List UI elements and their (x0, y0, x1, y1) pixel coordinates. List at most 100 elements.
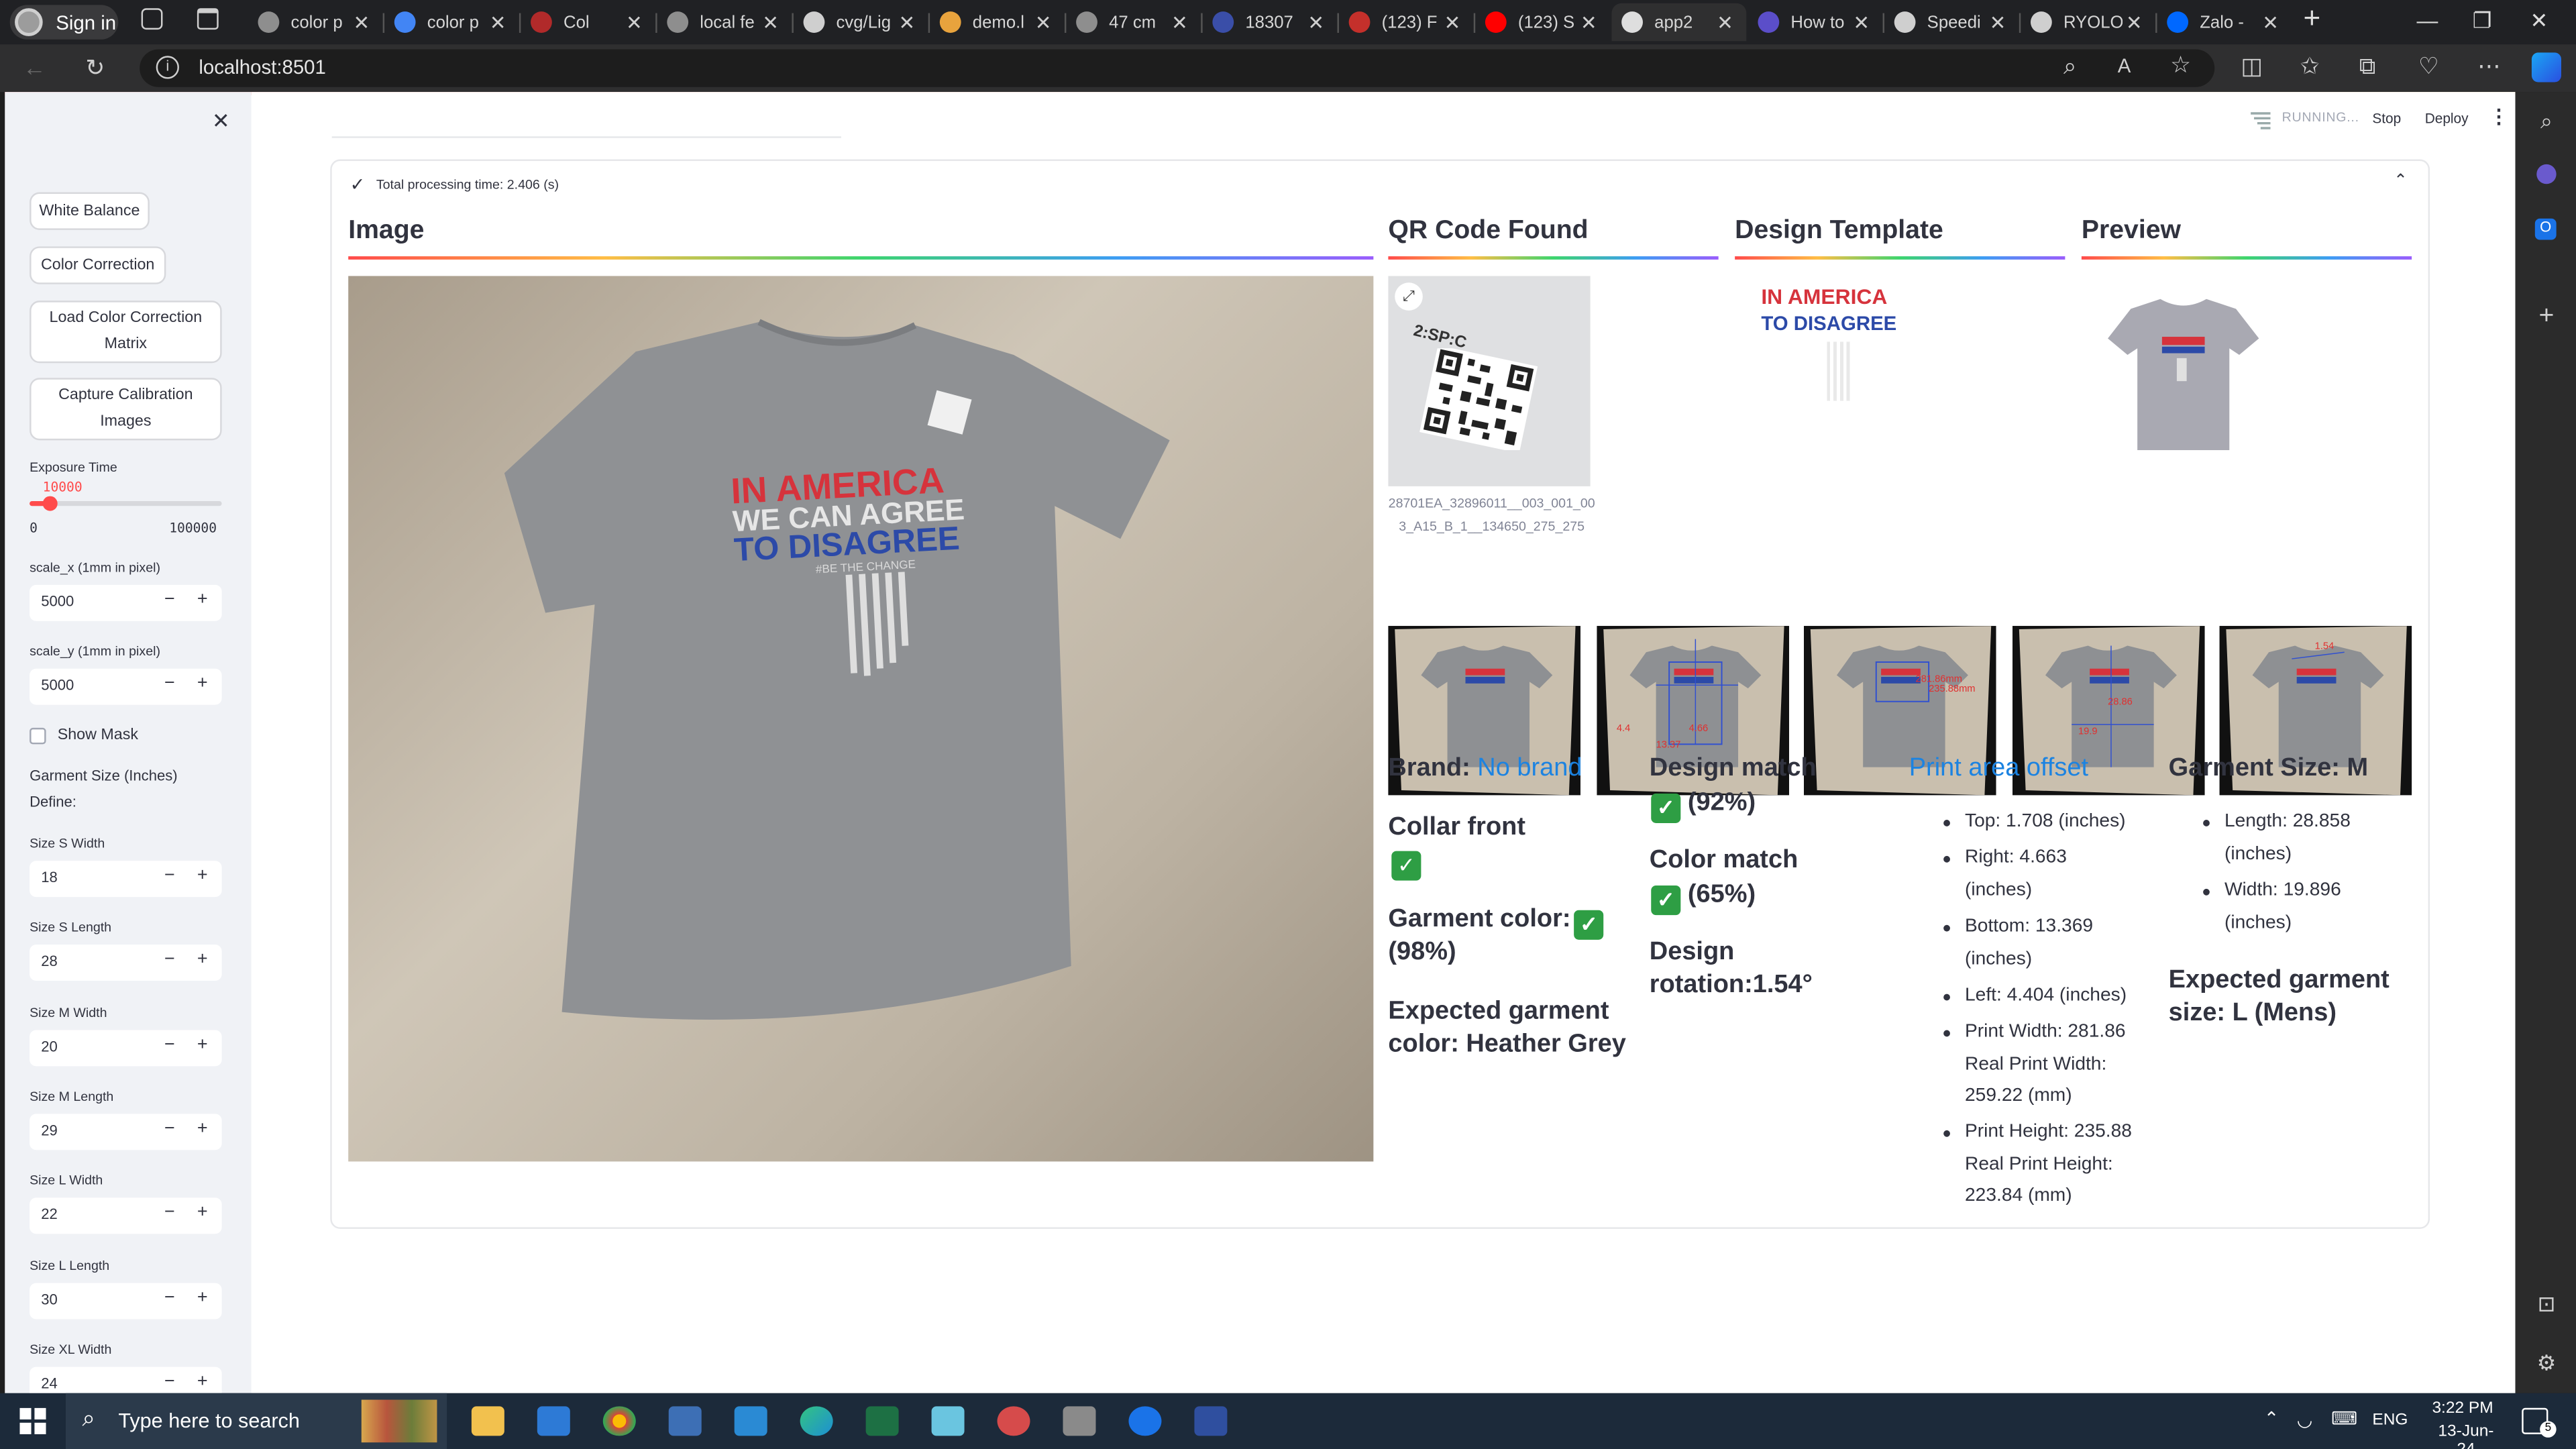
clock-time[interactable]: 3:22 PM (2430, 1400, 2496, 1418)
close-tab-icon[interactable]: ✕ (1713, 11, 1736, 34)
color-correction-button[interactable]: Color Correction (30, 246, 166, 284)
file-explorer-icon[interactable] (471, 1406, 504, 1436)
size-decrement-button[interactable]: − (164, 1287, 175, 1307)
windows-start-icon[interactable] (19, 1407, 46, 1434)
close-tab-icon[interactable]: ✕ (759, 11, 782, 34)
browser-tab[interactable]: Col ✕ (521, 3, 655, 41)
size-input[interactable]: 18 − + (30, 861, 222, 898)
collections-icon[interactable]: ⧉ (2359, 52, 2375, 80)
size-increment-button[interactable]: + (197, 950, 208, 969)
calculator-icon[interactable] (1063, 1406, 1096, 1436)
keyboard-icon[interactable]: ⌨ (2331, 1408, 2357, 1429)
browser-tab[interactable]: Zalo - ✕ (2157, 3, 2292, 41)
misc-app-icon[interactable] (1194, 1406, 1228, 1436)
browser-tab[interactable]: 47 cm ✕ (1066, 3, 1201, 41)
search-icon[interactable]: ⌕ (2533, 109, 2559, 135)
close-tab-icon[interactable]: ✕ (2123, 11, 2145, 34)
network-icon[interactable]: ◡ (2297, 1409, 2313, 1431)
white-balance-button[interactable]: White Balance (30, 192, 150, 230)
close-tab-icon[interactable]: ✕ (1305, 11, 1328, 34)
close-tab-icon[interactable]: ✕ (350, 11, 373, 34)
scale-y-increment-button[interactable]: + (197, 674, 208, 693)
excel-icon[interactable] (865, 1406, 899, 1436)
add-app-icon[interactable]: + (2533, 303, 2559, 331)
main-menu-icon[interactable]: ⋮ (2489, 105, 2508, 128)
browser-tab[interactable]: RYOLO ✕ (2021, 3, 2155, 41)
edge-taskbar-icon[interactable] (800, 1406, 833, 1436)
close-tab-icon[interactable]: ✕ (1986, 11, 2009, 34)
size-decrement-button[interactable]: − (164, 1119, 175, 1138)
browser-tab[interactable]: (123) S ✕ (1475, 3, 1610, 41)
browser-tab[interactable]: demo.l ✕ (930, 3, 1065, 41)
profile-button[interactable]: Sign in (9, 5, 119, 40)
outlook-icon[interactable]: O (2534, 218, 2557, 240)
favorite-star-icon[interactable]: ☆ (2170, 51, 2191, 79)
size-decrement-button[interactable]: − (164, 1371, 175, 1391)
copilot-icon[interactable] (2531, 52, 2561, 83)
load-color-correction-matrix-button[interactable]: Load Color Correction Matrix (30, 301, 222, 364)
size-decrement-button[interactable]: − (164, 1034, 175, 1054)
close-tab-icon[interactable]: ✕ (896, 11, 918, 34)
size-input[interactable]: 20 − + (30, 1029, 222, 1066)
clock-date[interactable]: 13-Jun-24 (2430, 1423, 2502, 1449)
size-decrement-button[interactable]: − (164, 1203, 175, 1222)
capture-calibration-images-button[interactable]: Capture Calibration Images (30, 378, 222, 441)
workspaces-icon[interactable] (141, 8, 163, 30)
taskbar-search-box[interactable]: ⌕ Type here to search (65, 1393, 447, 1449)
scale-x-input[interactable]: 5000 − + (30, 584, 222, 621)
screenshot-icon[interactable]: ⊡ (2533, 1291, 2559, 1318)
info-icon[interactable]: i (156, 56, 179, 79)
snipping-tool-icon[interactable] (997, 1406, 1030, 1436)
tray-chevron-icon[interactable]: ⌃ (2264, 1408, 2279, 1429)
deploy-button[interactable]: Deploy (2425, 110, 2469, 126)
close-tab-icon[interactable]: ✕ (2259, 11, 2282, 34)
close-tab-icon[interactable]: ✕ (623, 11, 645, 34)
size-increment-button[interactable]: + (197, 1034, 208, 1054)
app-taskbar-icon[interactable] (668, 1406, 702, 1436)
close-tab-icon[interactable]: ✕ (486, 11, 509, 34)
scale-x-decrement-button[interactable]: − (164, 590, 175, 609)
scale-x-increment-button[interactable]: + (197, 590, 208, 609)
size-input[interactable]: 24 − + (30, 1366, 222, 1393)
size-decrement-button[interactable]: − (164, 950, 175, 969)
close-tab-icon[interactable]: ✕ (1168, 11, 1191, 34)
browser-tab[interactable]: local fe ✕ (657, 3, 792, 41)
browser-tab[interactable]: cvg/Lig ✕ (794, 3, 928, 41)
close-tab-icon[interactable]: ✕ (1850, 11, 1873, 34)
new-tab-icon[interactable]: + (2303, 1, 2320, 36)
stop-button[interactable]: Stop (2372, 110, 2401, 126)
refresh-icon[interactable]: ↻ (85, 54, 105, 83)
close-tab-icon[interactable]: ✕ (1577, 11, 1600, 34)
size-increment-button[interactable]: + (197, 1287, 208, 1307)
collapse-icon[interactable]: ⌃ (2394, 172, 2408, 191)
settings-gear-icon[interactable]: ⚙ (2533, 1350, 2559, 1377)
size-increment-button[interactable]: + (197, 1203, 208, 1222)
browser-tab[interactable]: How to ✕ (1748, 3, 1883, 41)
performance-icon[interactable]: ♡ (2418, 52, 2439, 80)
scale-y-input[interactable]: 5000 − + (30, 668, 222, 705)
more-icon[interactable]: ⋯ (2477, 52, 2500, 80)
store-icon[interactable] (537, 1406, 570, 1436)
restore-icon[interactable]: ❐ (2473, 8, 2492, 34)
size-increment-button[interactable]: + (197, 1119, 208, 1138)
browser-tab[interactable]: (123) F ✕ (1339, 3, 1474, 41)
favorites-icon[interactable]: ✩ (2300, 52, 2320, 80)
size-input[interactable]: 22 − + (30, 1197, 222, 1234)
vscode-icon[interactable] (734, 1406, 767, 1436)
notes-icon[interactable] (931, 1406, 965, 1436)
copilot-app-icon[interactable] (2536, 164, 2557, 184)
size-input[interactable]: 28 − + (30, 945, 222, 981)
expand-icon[interactable]: ⤢ (1395, 282, 1423, 311)
browser-tab[interactable]: Speedi ✕ (1884, 3, 2019, 41)
close-window-icon[interactable]: ✕ (2530, 8, 2548, 34)
close-tab-icon[interactable]: ✕ (1441, 11, 1464, 34)
browser-tab[interactable]: color p ✕ (384, 3, 519, 41)
size-input[interactable]: 30 − + (30, 1282, 222, 1319)
back-icon[interactable]: ← (23, 54, 46, 80)
read-aloud-icon[interactable]: A (2118, 54, 2131, 77)
exposure-slider-track[interactable] (30, 496, 222, 511)
minimize-icon[interactable]: — (2416, 8, 2438, 33)
url-field[interactable]: i localhost:8501 ⌕ A ☆ (140, 49, 2215, 87)
scale-y-decrement-button[interactable]: − (164, 674, 175, 693)
chrome-taskbar-icon[interactable] (602, 1406, 636, 1436)
